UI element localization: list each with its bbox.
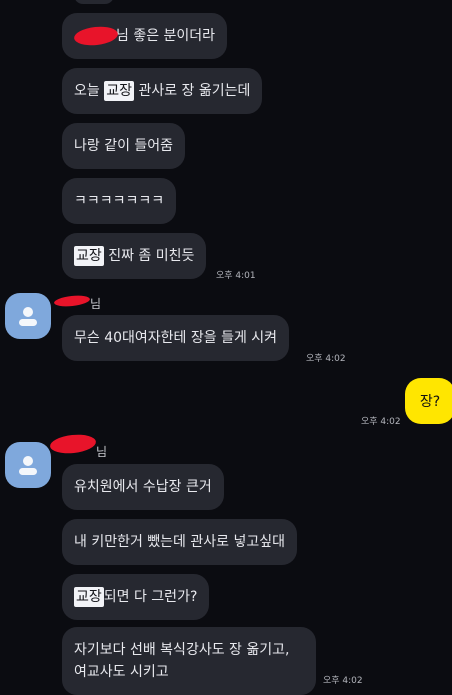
message-bubble: 교장 되면 다 그런가? [62, 574, 210, 620]
message-bubble: 님 좋은 분이더라 [62, 13, 228, 59]
highlighted-word: 교장 [74, 246, 104, 266]
message-text: 무슨 40대여자한테 장을 들게 시켜 [74, 330, 278, 346]
message-bubble: 무슨 40대여자한테 장을 들게 시켜 [62, 315, 290, 361]
message-bubble-cutoff [74, 0, 114, 4]
message-text: 내 키만한거 뺐는데 관사로 넣고싶대 [74, 534, 285, 550]
message-bubble: 유치원에서 수납장 큰거 [62, 464, 224, 510]
sender-name: 님 [90, 297, 102, 311]
timestamp: 오후 4:02 [323, 676, 363, 686]
message-bubble: 내 키만한거 뺐는데 관사로 넣고싶대 [62, 519, 297, 565]
my-message-bubble: 장? [405, 378, 452, 424]
person-icon [19, 307, 37, 326]
message-text: 오늘 [74, 83, 100, 99]
message-text: 진짜 좀 미친듯 [108, 248, 195, 264]
avatar[interactable] [5, 293, 51, 339]
redaction-mark [73, 24, 119, 48]
highlighted-word: 교장 [104, 81, 134, 101]
message-text: 나랑 같이 들어줌 [74, 138, 174, 154]
message-bubble: 자기보다 선배 복식강사도 장 옮기고, 여교사도 시키고 [62, 627, 316, 695]
message-bubble: ㅋㅋㅋㅋㅋㅋㅋ [62, 178, 177, 224]
message-text: 되면 다 그런가? [103, 589, 198, 605]
redaction-mark [49, 432, 97, 456]
redaction-mark [53, 294, 91, 308]
message-text: 자기보다 선배 복식강사도 장 옮기고, [74, 642, 290, 658]
avatar[interactable] [5, 442, 51, 488]
timestamp: 오후 4:01 [216, 271, 256, 281]
sender-name: 님 [96, 445, 108, 459]
message-text: 여교사도 시키고 [74, 664, 169, 680]
timestamp: 오후 4:02 [306, 354, 346, 364]
message-text: 유치원에서 수납장 큰거 [74, 479, 212, 495]
timestamp: 오후 4:02 [361, 417, 401, 427]
message-text: 관사로 장 옮기는데 [138, 83, 251, 99]
message-text: 장? [419, 394, 441, 410]
person-icon [19, 456, 37, 475]
message-text: 님 좋은 분이더라 [116, 28, 216, 44]
message-bubble: 오늘 교장 관사로 장 옮기는데 [62, 68, 263, 114]
message-bubble: 나랑 같이 들어줌 [62, 123, 186, 169]
message-text: ㅋㅋㅋㅋㅋㅋㅋ [74, 193, 165, 209]
highlighted-word: 교장 [74, 587, 104, 607]
message-bubble: 교장 진짜 좀 미친듯 [62, 233, 207, 279]
